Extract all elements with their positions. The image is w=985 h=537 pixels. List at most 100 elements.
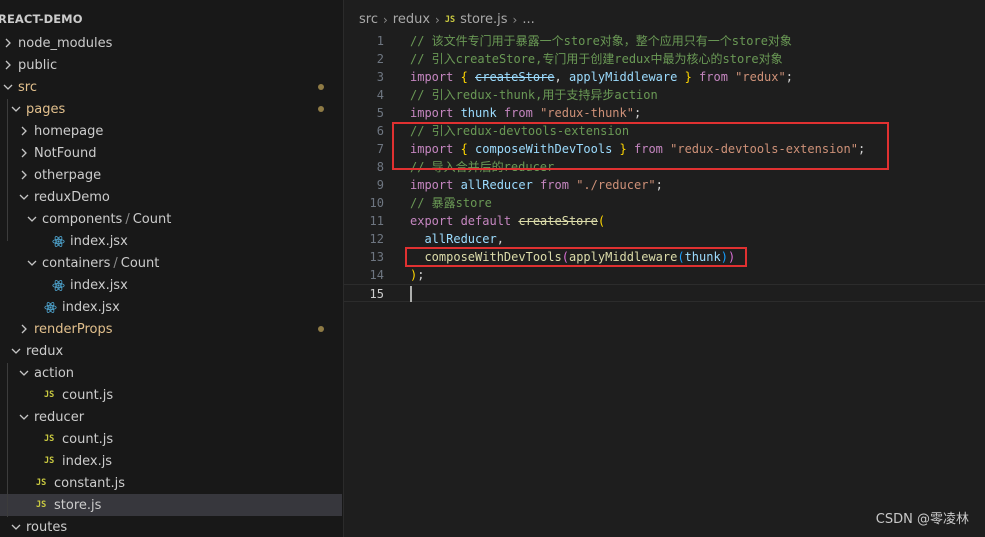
- line-number: 2: [376, 52, 384, 66]
- tree-file[interactable]: JS count.js: [0, 384, 342, 406]
- chevron-right-icon[interactable]: [16, 123, 32, 139]
- chevron-down-icon[interactable]: [16, 365, 32, 381]
- tree-item-label: constant.js: [54, 475, 126, 491]
- breadcrumb-file[interactable]: store.js: [460, 12, 507, 27]
- code-line[interactable]: 14);: [344, 266, 985, 284]
- tree-file[interactable]: index.jsx: [0, 274, 342, 296]
- breadcrumb-src[interactable]: src: [359, 12, 378, 27]
- highlight-box-import: [392, 122, 889, 170]
- path-separator: /: [125, 211, 130, 227]
- line-number: 4: [376, 88, 384, 102]
- js-file-icon: JS: [36, 478, 47, 488]
- js-file-icon: JS: [44, 390, 55, 400]
- chevron-down-icon[interactable]: [8, 519, 24, 535]
- tree-item-label: routes: [26, 519, 68, 535]
- chevron-right-icon[interactable]: [16, 145, 32, 161]
- tree-item-label: count.js: [62, 387, 114, 403]
- code-token: from: [496, 106, 541, 120]
- chevron-down-icon[interactable]: [8, 343, 24, 359]
- tree-folder[interactable]: src: [0, 76, 342, 98]
- js-file-icon: JS: [444, 14, 456, 25]
- code-token: ,: [496, 232, 504, 246]
- indent-guide: [7, 363, 8, 517]
- code-token: createStore: [518, 214, 598, 228]
- react-file-icon: [44, 301, 60, 314]
- code-token: "redux-thunk": [540, 106, 634, 120]
- tree-item-label: src: [18, 79, 37, 95]
- tree-folder[interactable]: routes: [0, 516, 342, 537]
- js-file-icon: JS: [44, 456, 55, 466]
- tree-item-label: NotFound: [34, 145, 97, 161]
- code-line[interactable]: 1 // 该文件专门用于暴露一个store对象，整个应用只有一个store对象: [344, 32, 985, 50]
- code-line[interactable]: 11 export default createStore(: [344, 212, 985, 230]
- tree-folder[interactable]: containers / Count: [0, 252, 342, 274]
- tree-file[interactable]: JS store.js: [0, 494, 342, 516]
- tree-folder[interactable]: redux: [0, 340, 342, 362]
- chevron-right-icon[interactable]: [16, 167, 32, 183]
- code-text: import allReducer from "./reducer";: [410, 176, 663, 194]
- tree-item-label: redux: [26, 343, 64, 359]
- chevron-right-icon[interactable]: [0, 57, 16, 73]
- line-number: 3: [376, 70, 384, 84]
- breadcrumb-more[interactable]: ...: [522, 12, 534, 27]
- modified-dot-icon: [318, 326, 324, 332]
- code-line[interactable]: 12 allReducer,: [344, 230, 985, 248]
- line-number: 1: [376, 34, 384, 48]
- tree-item-label: index.jsx: [62, 299, 120, 315]
- chevron-down-icon[interactable]: [0, 79, 16, 95]
- code-token: {: [460, 70, 476, 84]
- line-number: 10: [369, 196, 384, 210]
- line-number: 9: [376, 178, 384, 192]
- code-line[interactable]: 3 import { createStore, applyMiddleware }…: [344, 68, 985, 86]
- watermark: CSDN @零凌林: [875, 512, 969, 527]
- tree-file[interactable]: JS constant.js: [0, 472, 342, 494]
- breadcrumb-redux[interactable]: redux: [393, 12, 430, 27]
- code-token: import: [410, 106, 461, 120]
- code-text: // 暴露store: [410, 194, 492, 212]
- code-line[interactable]: 9 import allReducer from "./reducer";: [344, 176, 985, 194]
- chevron-down-icon[interactable]: [8, 101, 24, 117]
- code-line[interactable]: 5 import thunk from "redux-thunk";: [344, 104, 985, 122]
- tree-item-label: otherpage: [34, 167, 102, 183]
- code-line[interactable]: 4 // 引入redux-thunk,用于支持异步action: [344, 86, 985, 104]
- code-line[interactable]: 10 // 暴露store: [344, 194, 985, 212]
- code-text: allReducer,: [410, 230, 504, 248]
- code-text: );: [410, 266, 424, 284]
- tree-folder[interactable]: pages: [0, 98, 342, 120]
- tree-folder[interactable]: action: [0, 362, 342, 384]
- line-number: 11: [369, 214, 384, 228]
- chevron-down-icon[interactable]: [16, 409, 32, 425]
- line-number: 7: [376, 142, 384, 156]
- code-token: ,: [554, 70, 569, 84]
- tree-folder[interactable]: node_modules: [0, 32, 342, 54]
- chevron-down-icon[interactable]: [24, 211, 40, 227]
- tree-folder[interactable]: reducer: [0, 406, 342, 428]
- code-token: "redux": [735, 70, 786, 84]
- tree-file[interactable]: index.jsx: [0, 230, 342, 252]
- code-token: // 该文件专门用于暴露一个store对象，整个应用只有一个store对象: [410, 34, 792, 48]
- code-text: // 引入redux-thunk,用于支持异步action: [410, 86, 658, 104]
- tree-folder[interactable]: homepage: [0, 120, 342, 142]
- tree-folder[interactable]: renderProps: [0, 318, 342, 340]
- line-number: 15: [369, 287, 384, 301]
- chevron-right-icon[interactable]: [0, 35, 16, 51]
- code-token: // 引入redux-thunk,用于支持异步action: [410, 88, 658, 102]
- tree-folder[interactable]: components / Count: [0, 208, 342, 230]
- code-text: import thunk from "redux-thunk";: [410, 104, 641, 122]
- chevron-down-icon[interactable]: [16, 189, 32, 205]
- tree-item-label: count.js: [62, 431, 114, 447]
- chevron-down-icon[interactable]: [24, 255, 40, 271]
- chevron-right-icon[interactable]: [16, 321, 32, 337]
- code-token: thunk: [460, 106, 497, 120]
- tree-file[interactable]: index.jsx: [0, 296, 342, 318]
- code-line[interactable]: 15: [344, 284, 985, 302]
- tree-folder[interactable]: public: [0, 54, 342, 76]
- code-token: applyMiddleware: [568, 70, 685, 84]
- tree-file[interactable]: JS index.js: [0, 450, 342, 472]
- tree-folder[interactable]: otherpage: [0, 164, 342, 186]
- tree-folder[interactable]: reduxDemo: [0, 186, 342, 208]
- tree-file[interactable]: JS count.js: [0, 428, 342, 450]
- code-line[interactable]: 2 // 引入createStore,专门用于创建redux中最为核心的store…: [344, 50, 985, 68]
- code-editor[interactable]: src › redux › JS store.js › ... 1 // 该文件专…: [344, 0, 985, 537]
- tree-folder[interactable]: NotFound: [0, 142, 342, 164]
